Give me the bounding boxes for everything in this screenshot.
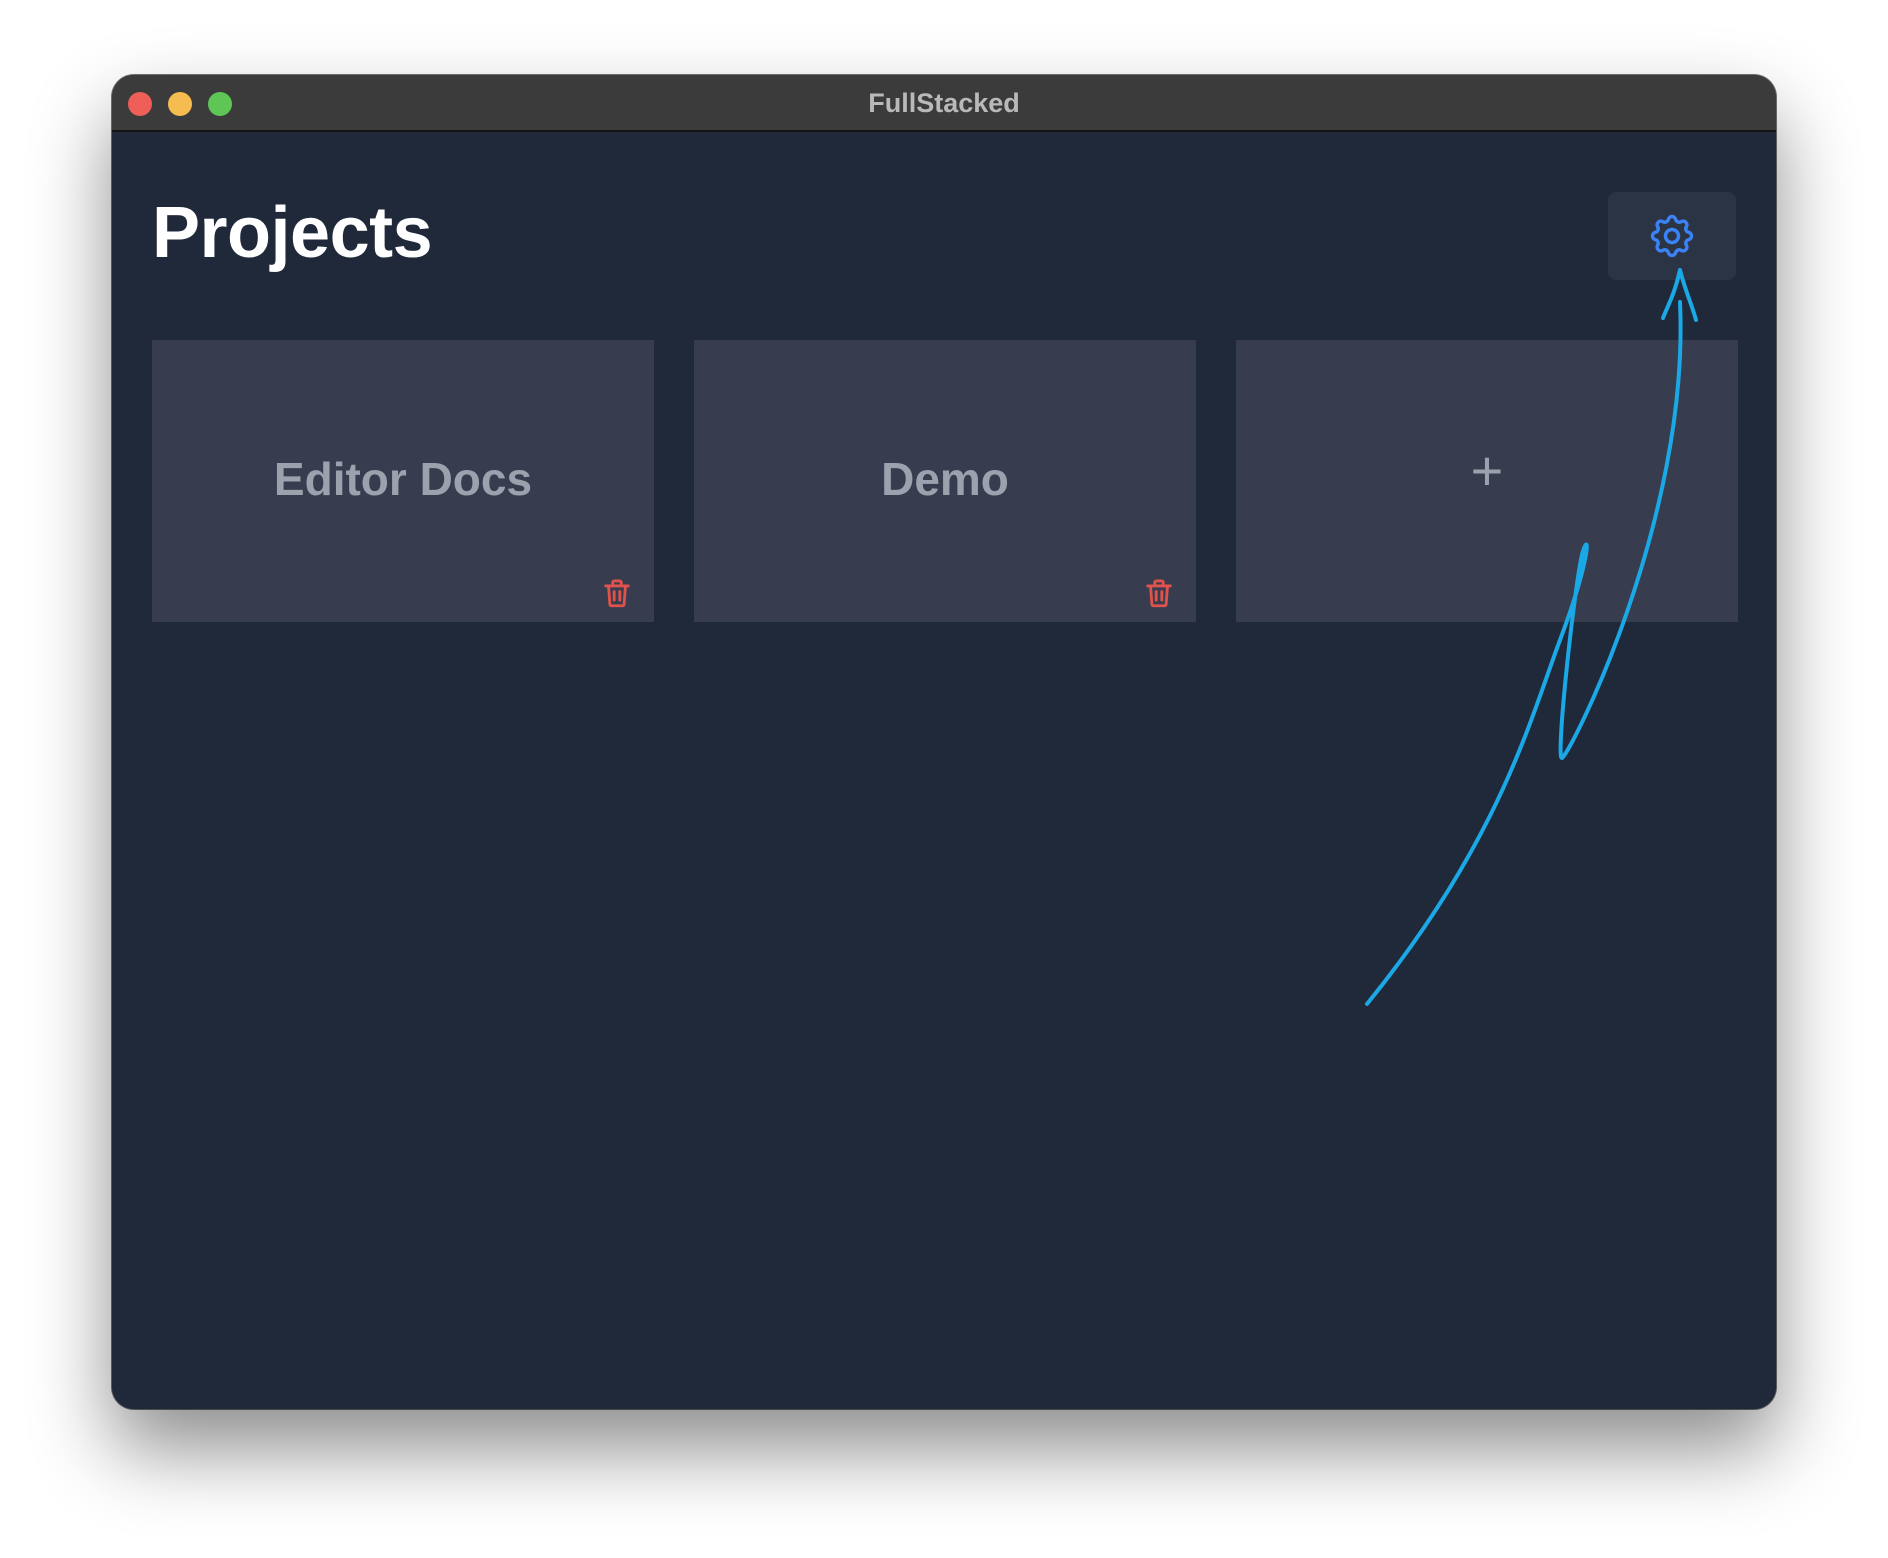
add-project-button[interactable]: + [1236,340,1738,622]
project-name: Editor Docs [273,453,533,505]
main-content: Projects Editor Docs Demo + [112,132,1776,1409]
settings-button[interactable] [1608,192,1736,280]
project-card-demo[interactable]: Demo [694,340,1196,622]
trash-icon[interactable] [1142,575,1176,611]
project-card-editor-docs[interactable]: Editor Docs [152,340,654,622]
trash-icon[interactable] [600,575,634,611]
plus-icon: + [1470,439,1504,502]
title-bar[interactable]: FullStacked [112,75,1776,132]
page-title: Projects [152,193,433,273]
project-name: Demo [881,453,1009,505]
window-title: FullStacked [868,88,1020,118]
gear-icon [1650,214,1694,258]
app-window: FullStacked Projects Editor Docs Demo + [112,75,1776,1409]
